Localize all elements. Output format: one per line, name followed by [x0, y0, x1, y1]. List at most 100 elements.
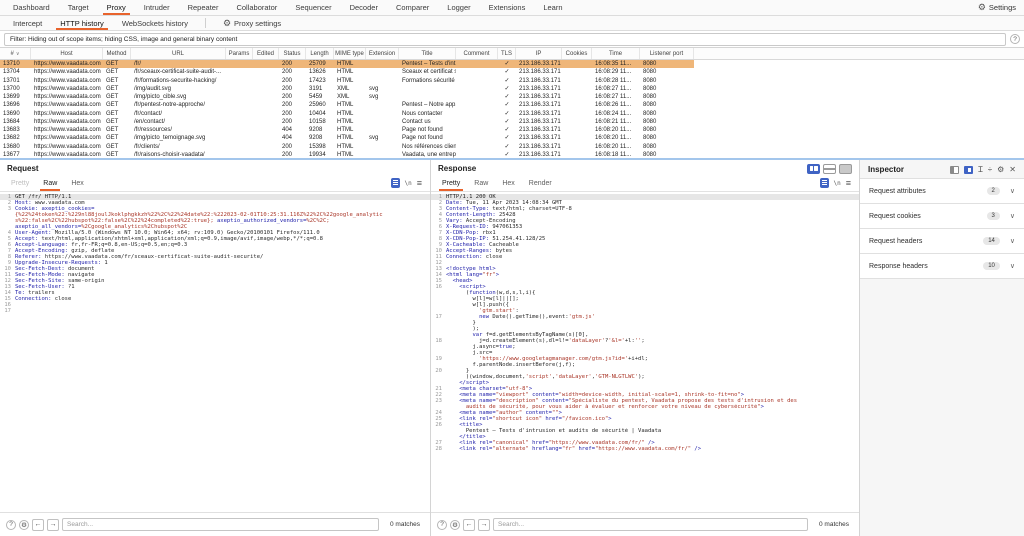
column-header-edited[interactable]: Edited [253, 48, 279, 59]
column-header-host[interactable]: Host [31, 48, 103, 59]
cell-status: 404 [279, 134, 306, 142]
pretty-print-icon[interactable] [391, 178, 400, 188]
layout-single-icon[interactable] [839, 164, 852, 174]
search-prev-icon[interactable]: ← [463, 519, 475, 531]
search-settings-icon[interactable]: ⚙ [450, 520, 460, 530]
column-header-listener-port[interactable]: Listener port [640, 48, 694, 59]
column-header-params[interactable]: Params [226, 48, 253, 59]
menu-tab-learn[interactable]: Learn [534, 0, 571, 15]
inspector-settings-icon[interactable]: ⚙ [997, 166, 1004, 174]
menu-tab-intruder[interactable]: Intruder [135, 0, 179, 15]
menu-tab-comparer[interactable]: Comparer [387, 0, 438, 15]
history-row[interactable]: 13699https://www.vaadata.comGET/img/pict… [0, 93, 694, 101]
pretty-print-icon[interactable] [820, 178, 829, 188]
search-help-icon[interactable]: ? [6, 520, 16, 530]
column-header-ip[interactable]: IP [516, 48, 562, 59]
editor-menu-icon[interactable]: ≡ [846, 179, 851, 188]
show-newlines-icon[interactable]: \n [834, 180, 841, 187]
layout-columns-icon[interactable] [807, 164, 820, 174]
response-tab-hex[interactable]: Hex [495, 178, 521, 191]
column-header-tls[interactable]: TLS [498, 48, 516, 59]
column-header-cookies[interactable]: Cookies [562, 48, 592, 59]
column-header-extension[interactable]: Extension [366, 48, 399, 59]
history-row[interactable]: 13690https://www.vaadata.comGET/fr/conta… [0, 110, 694, 118]
filter-bar[interactable]: Filter: Hiding out of scope items; hidin… [0, 31, 1024, 48]
column-header-length[interactable]: Length [306, 48, 334, 59]
history-row[interactable]: 13710https://www.vaadata.comGET/fr/20025… [0, 60, 694, 68]
filter-help-icon[interactable]: ? [1010, 34, 1020, 44]
menu-tab-dashboard[interactable]: Dashboard [4, 0, 59, 15]
history-row[interactable]: 13682https://www.vaadata.comGET/img/pict… [0, 134, 694, 142]
inspector-section-request-headers[interactable]: Request headers14∨ [860, 229, 1024, 254]
cell-listener-port: 8080 [640, 60, 694, 68]
column-header-comment[interactable]: Comment [456, 48, 498, 59]
proxy-settings-button[interactable]: ⚙ Proxy settings [214, 16, 290, 30]
history-row[interactable]: 13684https://www.vaadata.comGET/en/conta… [0, 118, 694, 126]
request-search-input[interactable] [62, 518, 379, 531]
filter-box[interactable]: Filter: Hiding out of scope items; hidin… [4, 33, 1006, 46]
response-tab-render[interactable]: Render [522, 178, 559, 191]
column-header-url[interactable]: URL [131, 48, 226, 59]
layout-rows-icon[interactable] [823, 164, 836, 174]
inspector-view-left-icon[interactable] [950, 166, 959, 174]
search-prev-icon[interactable]: ← [32, 519, 44, 531]
response-editor[interactable]: 1HTTP/1.1 200 OK2Date: Tue, 11 Apr 2023 … [431, 192, 859, 512]
menu-tab-repeater[interactable]: Repeater [179, 0, 228, 15]
settings-button[interactable]: ⚙ Settings [970, 0, 1024, 15]
column-header-mime-type[interactable]: MIME type [334, 48, 366, 59]
request-editor[interactable]: 1GET /fr/ HTTP/1.12Host: www.vaadata.com… [0, 192, 430, 512]
search-settings-icon[interactable]: ⚙ [19, 520, 29, 530]
subtab-http-history[interactable]: HTTP history [51, 16, 113, 30]
response-panel: Response PrettyRawHexRender \n ≡ 1HTTP/1… [431, 160, 859, 536]
search-next-icon[interactable]: → [47, 519, 59, 531]
cell-ip: 213.186.33.171 [516, 126, 562, 134]
menu-tab-decoder[interactable]: Decoder [341, 0, 387, 15]
editor-menu-icon[interactable]: ≡ [417, 179, 422, 188]
inspector-section-request-cookies[interactable]: Request cookies3∨ [860, 204, 1024, 229]
cell-method: GET [103, 110, 131, 118]
column-header-status[interactable]: Status [279, 48, 306, 59]
cell-#: 13690 [0, 110, 31, 118]
history-row[interactable]: 13704https://www.vaadata.comGET/fr/sceau… [0, 68, 694, 76]
chevron-down-icon[interactable]: ∨ [1010, 187, 1015, 195]
inspector-section-response-headers[interactable]: Response headers10∨ [860, 254, 1024, 279]
chevron-down-icon[interactable]: ∨ [1010, 237, 1015, 245]
menu-tab-collaborator[interactable]: Collaborator [227, 0, 286, 15]
history-row[interactable]: 13700https://www.vaadata.comGET/img/audi… [0, 85, 694, 93]
search-next-icon[interactable]: → [478, 519, 490, 531]
chevron-down-icon[interactable]: ∨ [1010, 262, 1015, 270]
request-tab-raw[interactable]: Raw [36, 178, 64, 191]
subtab-intercept[interactable]: Intercept [4, 16, 51, 30]
request-tab-pretty[interactable]: Pretty [4, 178, 36, 191]
split-view-icon[interactable]: ÷ [988, 166, 992, 174]
history-row[interactable]: 13701https://www.vaadata.comGET/fr/forma… [0, 77, 694, 85]
column-header-method[interactable]: Method [103, 48, 131, 59]
inspector-view-right-icon[interactable] [964, 166, 973, 174]
history-row[interactable]: 13696https://www.vaadata.comGET/fr/pente… [0, 101, 694, 109]
cell-method: GET [103, 101, 131, 109]
search-help-icon[interactable]: ? [437, 520, 447, 530]
request-tab-hex[interactable]: Hex [64, 178, 90, 191]
show-newlines-icon[interactable]: \n [405, 180, 412, 187]
menu-tab-proxy[interactable]: Proxy [98, 0, 135, 15]
history-row[interactable]: 13680https://www.vaadata.comGET/fr/clien… [0, 143, 694, 151]
chevron-down-icon[interactable]: ∨ [1010, 212, 1015, 220]
menu-tab-target[interactable]: Target [59, 0, 98, 15]
column-header-#[interactable]: #∨ [0, 48, 31, 59]
history-row[interactable]: 13683https://www.vaadata.comGET/fr/resso… [0, 126, 694, 134]
column-header-time[interactable]: Time [592, 48, 640, 59]
inspector-close-icon[interactable]: ✕ [1009, 166, 1016, 174]
response-search-input[interactable] [493, 518, 808, 531]
inspector-section-request-attributes[interactable]: Request attributes2∨ [860, 179, 1024, 204]
table-body: 13710https://www.vaadata.comGET/fr/20025… [0, 60, 1024, 158]
subtab-websockets-history[interactable]: WebSockets history [113, 16, 197, 30]
response-tab-pretty[interactable]: Pretty [435, 178, 467, 191]
cell-time: 16:08:29 11... [592, 68, 640, 76]
menu-tab-sequencer[interactable]: Sequencer [286, 0, 340, 15]
menu-tab-extensions[interactable]: Extensions [480, 0, 535, 15]
menu-tab-logger[interactable]: Logger [438, 0, 479, 15]
history-row[interactable]: 13677https://www.vaadata.comGET/fr/raiso… [0, 151, 694, 158]
column-header-title[interactable]: Title [399, 48, 456, 59]
response-tab-raw[interactable]: Raw [467, 178, 495, 191]
text-width-icon[interactable]: Ɪ [978, 166, 982, 174]
